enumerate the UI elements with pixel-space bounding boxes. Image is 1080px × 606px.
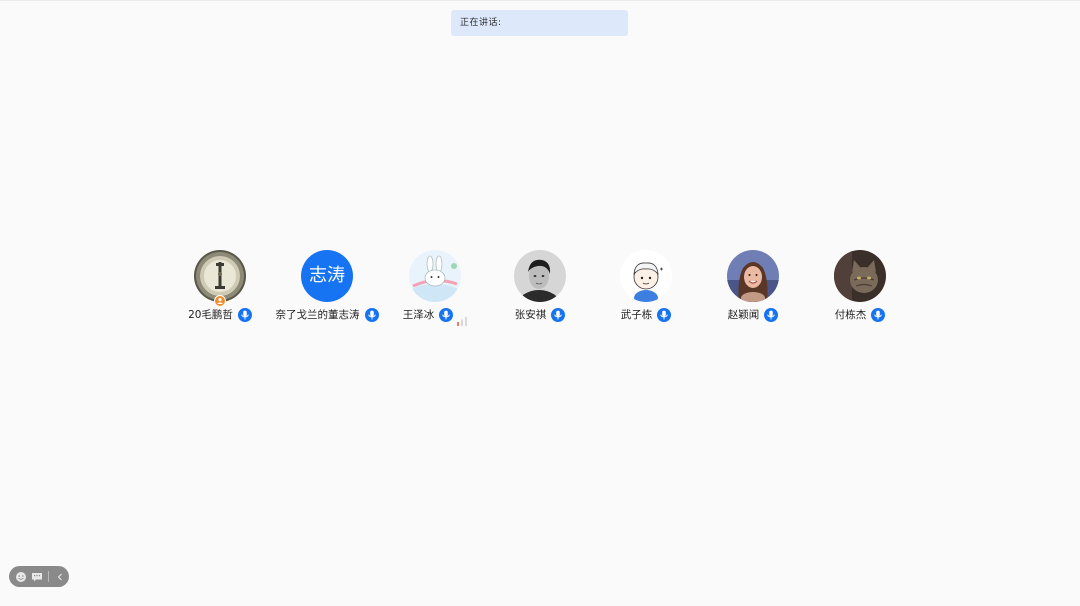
microphone-icon[interactable] bbox=[237, 308, 252, 322]
microphone-icon[interactable] bbox=[657, 308, 672, 322]
participant-name-row: 付栋杰 bbox=[800, 307, 920, 323]
speaking-banner: 正在讲话: bbox=[451, 10, 628, 36]
speaking-label: 正在讲话: bbox=[460, 18, 502, 28]
participant-name-row: 武子栋 bbox=[586, 307, 706, 323]
network-signal-icon bbox=[457, 311, 468, 326]
participant-tile[interactable]: 付栋杰 bbox=[800, 250, 920, 330]
participant-name: 奈了戈兰的董志涛 bbox=[275, 309, 360, 321]
avatar[interactable] bbox=[727, 250, 779, 302]
emoji-icon[interactable] bbox=[15, 570, 28, 584]
avatar[interactable] bbox=[514, 250, 566, 302]
microphone-icon[interactable] bbox=[871, 308, 886, 322]
bottom-left-toolbar bbox=[9, 566, 69, 587]
host-badge-icon bbox=[214, 295, 226, 307]
participant-name-row: 张安祺 bbox=[480, 307, 600, 323]
microphone-icon[interactable] bbox=[439, 308, 454, 322]
avatar-photo-cat bbox=[834, 250, 886, 302]
chat-icon[interactable] bbox=[31, 570, 44, 584]
participant-name-row: 奈了戈兰的董志涛 bbox=[267, 307, 387, 323]
participant-name-row: 赵颖闻 bbox=[693, 307, 813, 323]
participant-name: 张安祺 bbox=[514, 309, 547, 321]
avatar[interactable] bbox=[620, 250, 672, 302]
avatar-photo-woman bbox=[727, 250, 779, 302]
participant-list: 20毛鹏哲 志涛 奈了戈兰的董志涛 王泽冰 张安祺 武子栋 赵颖闻 付栋杰 bbox=[0, 250, 1080, 330]
microphone-icon[interactable] bbox=[764, 308, 779, 322]
meeting-stage: 正在讲话: 20毛鹏哲 志涛 奈了戈兰的董志涛 王泽冰 张安祺 武子栋 赵颖闻 … bbox=[0, 0, 1080, 606]
participant-name: 王泽冰 bbox=[402, 309, 435, 321]
microphone-icon[interactable] bbox=[551, 308, 566, 322]
avatar-cartoon-boy bbox=[620, 250, 672, 302]
participant-name: 20毛鹏哲 bbox=[188, 309, 233, 321]
avatar-cartoon-rabbit bbox=[409, 250, 461, 302]
participant-name-row: 20毛鹏哲 bbox=[160, 307, 280, 323]
avatar-photo-bw-man bbox=[514, 250, 566, 302]
participant-tile[interactable]: 20毛鹏哲 bbox=[160, 250, 280, 330]
participant-name: 付栋杰 bbox=[834, 309, 867, 321]
participant-name: 武子栋 bbox=[620, 309, 653, 321]
avatar[interactable]: 志涛 bbox=[301, 250, 353, 302]
participant-name: 赵颖闻 bbox=[727, 309, 760, 321]
participant-tile[interactable]: 武子栋 bbox=[586, 250, 706, 330]
collapse-chevron-icon[interactable] bbox=[53, 570, 66, 584]
avatar[interactable] bbox=[834, 250, 886, 302]
avatar[interactable] bbox=[409, 250, 461, 302]
participant-tile[interactable]: 志涛 奈了戈兰的董志涛 bbox=[267, 250, 387, 330]
participant-tile[interactable]: 赵颖闻 bbox=[693, 250, 813, 330]
participant-name-row: 王泽冰 bbox=[375, 307, 495, 326]
participant-tile[interactable]: 王泽冰 bbox=[375, 250, 495, 330]
toolbar-divider bbox=[48, 571, 50, 582]
top-divider bbox=[0, 0, 1080, 1]
participant-tile[interactable]: 张安祺 bbox=[480, 250, 600, 330]
avatar-initials: 志涛 bbox=[309, 265, 345, 286]
